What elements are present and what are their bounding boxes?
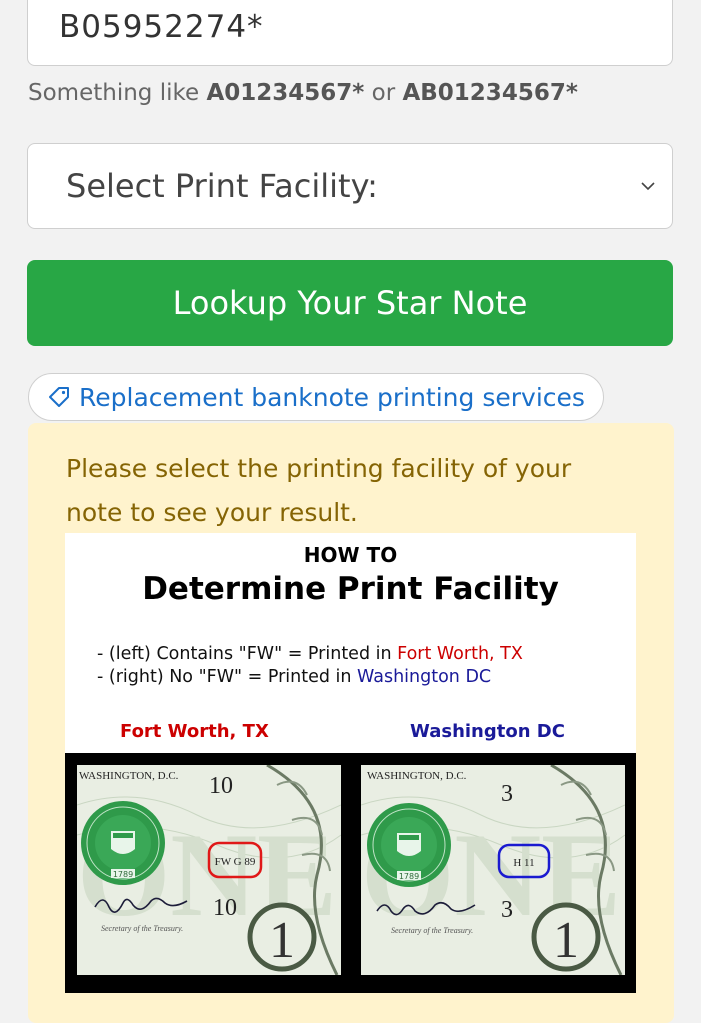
note-left-plate-top: 10 (209, 773, 233, 799)
replacement-services-label: Replacement banknote printing services (79, 382, 585, 412)
treasury-seal: 1789 (367, 803, 451, 887)
infographic-title: Determine Print Facility (142, 571, 559, 607)
note-right-treasury: Secretary of the Treasury. (391, 926, 473, 935)
replacement-services-link[interactable]: Replacement banknote printing services (28, 373, 604, 421)
print-facility-select-value: Select Print Facility: (66, 167, 378, 205)
svg-text:1789: 1789 (113, 870, 133, 879)
label-washington: Washington DC (410, 721, 565, 742)
rule-fort-worth: - (left) Contains "FW" = Printed in Fort… (97, 644, 523, 664)
note-left-denomination: 1 (269, 912, 295, 969)
note-right-plate-bottom: 3 (501, 897, 513, 923)
print-facility-infographic: HOW TO Determine Print Facility - (left)… (65, 533, 636, 993)
rule-washington: - (right) No "FW" = Printed in Washingto… (97, 667, 492, 687)
lookup-button-label: Lookup Your Star Note (172, 284, 528, 322)
note-right-denomination: 1 (553, 912, 579, 969)
banknote-washington: ONE WASHINGTON, D.C. 3 1789 H 11 3 Secre… (361, 765, 625, 975)
note-left-header: WASHINGTON, D.C. (79, 770, 179, 782)
treasury-seal: 1789 (81, 801, 165, 885)
banknote-fort-worth: ONE WASHINGTON, D.C. 10 1789 FW G 89 10 … (77, 765, 341, 975)
note-right-header: WASHINGTON, D.C. (367, 770, 467, 782)
note-left-check-letter: FW G 89 (215, 856, 256, 868)
lookup-star-note-button[interactable]: Lookup Your Star Note (27, 260, 673, 346)
chevron-down-icon (641, 182, 655, 191)
notes-comparison: ONE WASHINGTON, D.C. 10 1789 FW G 89 10 … (65, 753, 636, 993)
alert-message: Please select the printing facility of y… (66, 454, 572, 527)
print-facility-select[interactable]: Select Print Facility: (27, 143, 673, 229)
note-left-plate-bottom: 10 (213, 895, 237, 921)
infographic-howto: HOW TO (303, 543, 398, 567)
serial-number-input[interactable]: B05952274* (27, 0, 673, 66)
tag-icon (49, 387, 69, 407)
serial-number-value: B05952274* (59, 9, 264, 45)
serial-hint: Something like A01234567* or AB01234567* (28, 80, 578, 106)
note-right-plate-top: 3 (501, 781, 513, 807)
note-right-check-letter: H 11 (513, 857, 534, 869)
result-alert: Please select the printing facility of y… (28, 423, 674, 1023)
label-fort-worth: Fort Worth, TX (120, 721, 269, 742)
note-left-treasury: Secretary of the Treasury. (101, 924, 183, 933)
svg-text:1789: 1789 (399, 872, 419, 881)
